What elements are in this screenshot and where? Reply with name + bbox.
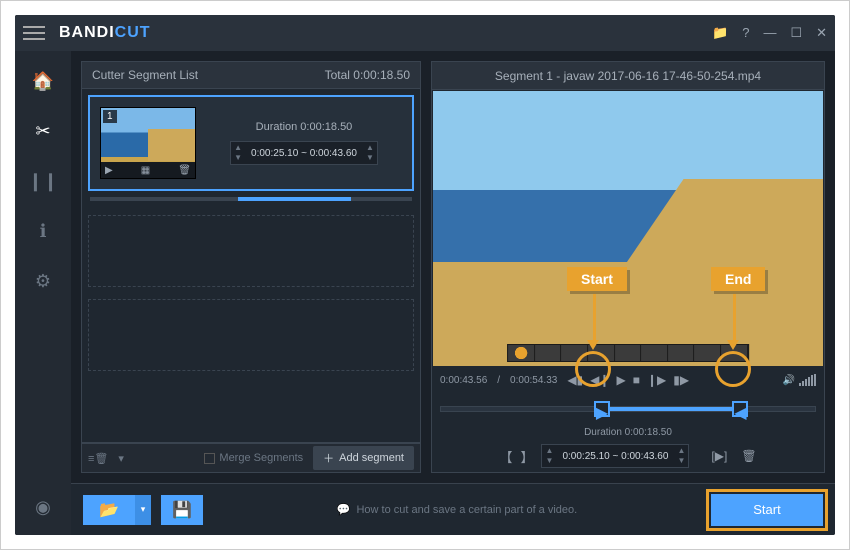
maximize-button[interactable]: ☐ — [790, 25, 802, 41]
timeline-track[interactable]: ▶ ◀ — [440, 406, 816, 412]
time-current: 0:00:43.56 — [440, 375, 487, 386]
folder-icon[interactable]: 📁 — [712, 25, 728, 41]
preview-title: Segment 1 - javaw 2017-06-16 17-46-50-25… — [495, 69, 761, 83]
minimize-button[interactable]: — — [763, 25, 776, 41]
help-button[interactable]: ? — [742, 25, 749, 41]
thumb-play-icon[interactable]: ▶ — [105, 165, 113, 176]
volume-slider[interactable] — [799, 374, 816, 386]
segment-list-total: Total 0:00:18.50 — [325, 68, 410, 82]
prev-frame-button[interactable]: ◀▮ — [567, 373, 583, 387]
time-total: 0:00:54.33 — [510, 375, 557, 386]
plus-icon: ＋ — [323, 450, 334, 466]
delete-selection-button[interactable]: 🗑 — [741, 449, 756, 463]
menu-button[interactable] — [23, 22, 45, 44]
play-selection-button[interactable]: [▶] — [711, 449, 727, 463]
step-fwd-button[interactable]: ❙▶ — [647, 373, 666, 387]
open-file-button[interactable]: 📂 — [83, 495, 135, 525]
segment-progress — [90, 197, 412, 201]
start-button[interactable]: Start — [711, 494, 823, 526]
hint-icon: 💬 — [337, 503, 351, 516]
nav-join[interactable]: ❙❙ — [29, 167, 57, 195]
merge-segments-checkbox[interactable]: Merge Segments — [204, 452, 303, 464]
end-handle[interactable]: ◀ — [732, 401, 748, 417]
delete-list-button[interactable]: ≡🗑 — [88, 452, 108, 465]
list-dropdown[interactable]: ▾ — [118, 452, 124, 465]
close-button[interactable]: ✕ — [816, 25, 827, 41]
nav-settings[interactable]: ⚙ — [29, 267, 57, 295]
segment-thumbnail: 1 ▶ ▦ 🗑 — [100, 107, 196, 179]
video-preview[interactable] — [433, 91, 823, 366]
segment-list-title: Cutter Segment List — [92, 68, 198, 82]
mark-in-button[interactable]: 【 — [499, 447, 512, 466]
thumb-delete-icon[interactable]: 🗑 — [178, 165, 191, 176]
trim-duration-label: Duration 0:00:18.50 — [432, 425, 824, 440]
start-handle[interactable]: ▶ — [594, 401, 610, 417]
empty-segment-slot — [88, 215, 414, 287]
volume-icon[interactable]: 🔊 — [783, 375, 795, 386]
nav-home[interactable]: 🏠 — [29, 67, 57, 95]
mark-out-button[interactable]: 】 — [520, 447, 533, 466]
segment-duration: Duration 0:00:18.50 — [256, 121, 353, 133]
next-frame-button[interactable]: ▮▶ — [673, 373, 689, 387]
segment-row[interactable]: 1 ▶ ▦ 🗑 Duration 0:00:18.50 ▲▼ — [88, 95, 414, 191]
nav-info[interactable]: ℹ — [29, 217, 57, 245]
nav-record[interactable]: ◉ — [29, 493, 57, 521]
hint-text: How to cut and save a certain part of a … — [356, 504, 577, 516]
stop-button[interactable]: ■ — [633, 373, 640, 387]
segment-index: 1 — [103, 110, 117, 123]
add-segment-button[interactable]: ＋ Add segment — [313, 446, 414, 470]
step-back-button[interactable]: ◀❙ — [590, 373, 609, 387]
segment-range-input[interactable]: ▲▼ 0:00:25.10 ~ 0:00:43.60 ▲▼ — [230, 141, 378, 165]
empty-segment-slot — [88, 299, 414, 371]
trim-range-input[interactable]: ▲▼ 0:00:25.10 ~ 0:00:43.60 ▲▼ — [541, 444, 689, 468]
nav-cut[interactable]: ✂ — [29, 117, 57, 145]
save-button[interactable]: 💾 — [161, 495, 203, 525]
open-file-dropdown[interactable]: ▾ — [135, 495, 151, 525]
thumb-grid-icon[interactable]: ▦ — [141, 165, 150, 176]
play-button[interactable]: ▶ — [616, 373, 625, 387]
app-logo: BANDICUT — [59, 24, 151, 42]
